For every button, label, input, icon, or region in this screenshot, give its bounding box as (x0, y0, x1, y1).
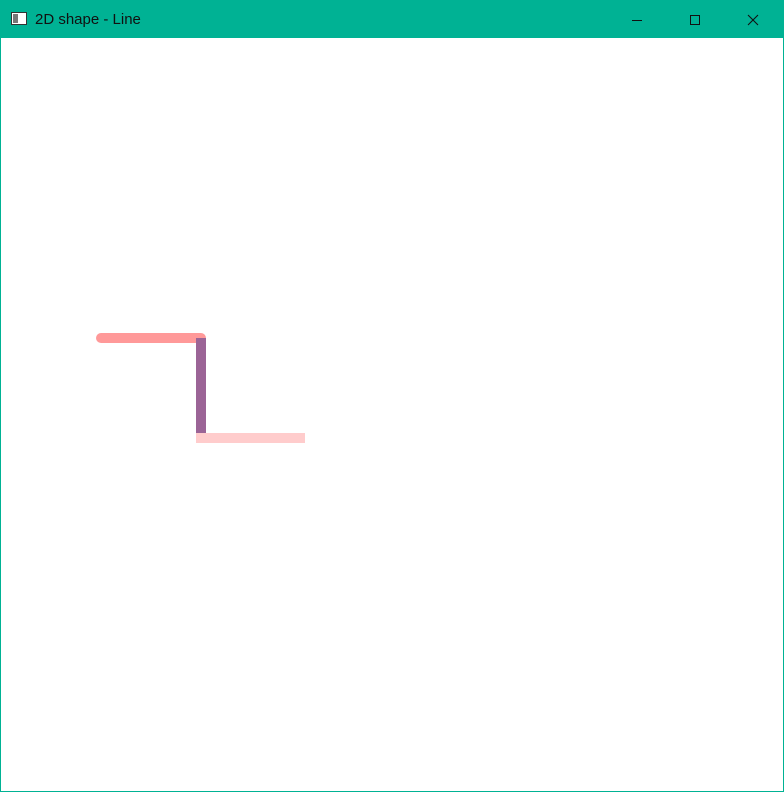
close-button[interactable] (724, 1, 782, 38)
shape-canvas (96, 333, 305, 443)
maximize-icon (690, 14, 700, 25)
close-icon (747, 14, 759, 25)
maximize-button[interactable] (666, 1, 724, 38)
drawing-area (1, 38, 783, 791)
app-window: 2D shape - Line (0, 0, 784, 792)
title-bar[interactable]: 2D shape - Line (1, 1, 783, 38)
minimize-button[interactable] (608, 1, 666, 38)
window-title: 2D shape - Line (35, 11, 141, 28)
minimize-icon (632, 19, 642, 21)
window-app-icon (11, 12, 27, 25)
